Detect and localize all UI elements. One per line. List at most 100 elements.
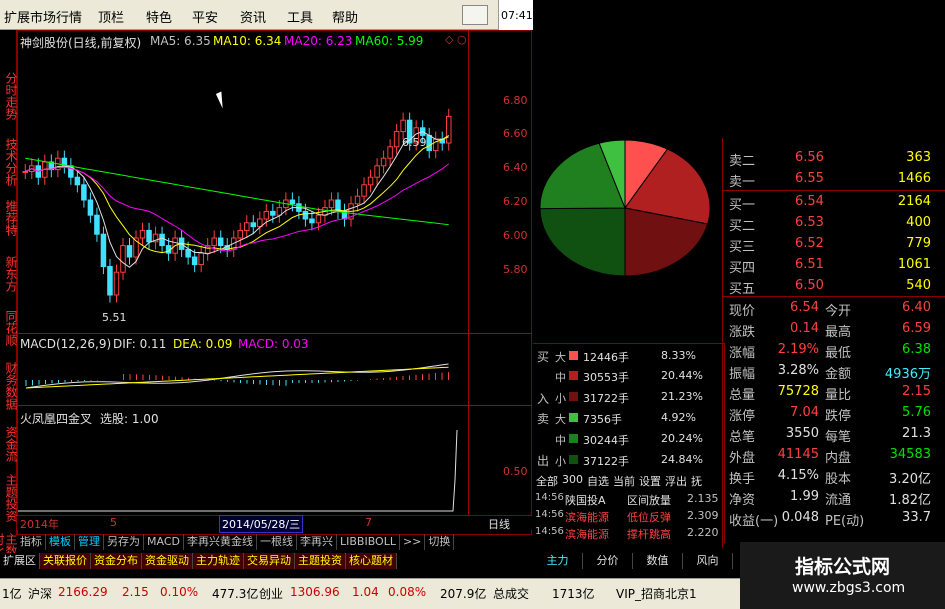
quote-stat-row: 现价 6.54 今开 6.40 — [725, 298, 935, 319]
tab-technical[interactable]: 技术分析 — [0, 134, 18, 190]
tab-indicator[interactable]: 指标 — [17, 534, 46, 550]
toolbar-button[interactable] — [462, 5, 488, 25]
stat-value: 34583 — [889, 447, 931, 462]
price-tick: 6.00 — [503, 229, 528, 242]
filter-pin[interactable]: 抚 — [691, 473, 702, 489]
filter-300[interactable]: 300 — [562, 473, 583, 489]
tab-theme[interactable]: 主题投资 — [0, 470, 18, 526]
tab-core-theme[interactable]: 核心题材 — [346, 553, 397, 569]
tab-libbiboll[interactable]: LIBBIBOLL — [337, 534, 400, 550]
tab-fundflow[interactable]: 资金流 — [0, 422, 18, 466]
low-price-label: 5.51 — [102, 311, 127, 324]
quote-stat-row: 振幅 3.28% 金额 4936万 — [725, 361, 935, 382]
flow-row: 中 30553手 20.44% — [535, 368, 725, 384]
tab-macd[interactable]: MACD — [144, 534, 184, 550]
flow-color-swatch — [569, 434, 578, 443]
tab-trade-anomaly[interactable]: 交易异动 — [244, 553, 295, 569]
macd-chart[interactable] — [18, 350, 468, 405]
tab-more[interactable]: >> — [400, 534, 426, 550]
tab-extended-area[interactable]: 扩展区 — [0, 553, 40, 569]
menu-extended-market[interactable]: 扩展市场行情 — [4, 7, 82, 26]
tab-manage[interactable]: 管理 — [75, 534, 104, 550]
orderbook-volume: 2164 — [897, 194, 931, 209]
stat-value: 5.76 — [902, 405, 931, 420]
stat-label: 最低 — [825, 346, 852, 361]
stat-value: 1.99 — [790, 489, 819, 504]
right-tab-row: 主力 分价 数值 风向 — [533, 553, 740, 571]
candle-body — [185, 248, 191, 258]
flow-size: 大 — [555, 351, 566, 364]
candle-body — [270, 210, 276, 216]
tab-values[interactable]: 数值 — [633, 553, 683, 569]
tab-switch[interactable]: 切换 — [425, 534, 455, 550]
menu-help[interactable]: 帮助 — [332, 7, 358, 26]
candle-body — [374, 165, 380, 178]
orderbook-price: 6.50 — [795, 278, 824, 293]
menu-news[interactable]: 资讯 — [240, 7, 266, 26]
stat-value: 0.048 — [781, 510, 819, 525]
total-turnover-label: 总成交 — [493, 587, 530, 601]
filter-settings[interactable]: 设置 — [639, 473, 661, 489]
menu-topbar[interactable]: 顶栏 — [98, 7, 124, 26]
quote-stat-row: 涨幅 2.19% 最低 6.38 — [725, 340, 935, 361]
orderbook-level: 买五 — [729, 282, 756, 297]
tab-main-force[interactable]: 主力 — [533, 553, 583, 569]
news-row[interactable]: 14:56 滨海能源 低位反弹 2.309 — [535, 508, 725, 524]
news-stock: 陕国投A — [565, 494, 606, 507]
candle-body — [426, 134, 432, 152]
filter-watchlist[interactable]: 自选 — [587, 473, 609, 489]
high-price-label: 6.59 — [402, 136, 427, 149]
tab-related-quotes[interactable]: 关联报价 — [40, 553, 91, 569]
filter-current[interactable]: 当前 — [613, 473, 635, 489]
flow-size: 小 — [555, 455, 566, 468]
macd-dea: DEA: 0.09 — [173, 337, 233, 351]
tab-template[interactable]: 模板 — [46, 534, 75, 550]
stat-value: 6.59 — [902, 321, 931, 336]
news-stock: 滨海能源 — [565, 528, 609, 541]
tab-one-line[interactable]: 一根线 — [257, 534, 297, 550]
news-time: 14:56 — [535, 509, 564, 520]
macd-dif: DIF: 0.11 — [113, 337, 167, 351]
tab-price-dist[interactable]: 分价 — [583, 553, 633, 569]
tab-golden-line[interactable]: 李再兴黄金线 — [184, 534, 257, 550]
stat-label: 最高 — [825, 325, 852, 340]
tab-xindongfang[interactable]: 新东方 — [0, 252, 18, 296]
candle-body — [250, 222, 257, 228]
cy-index-label: 创业 — [259, 587, 284, 601]
tab-fund-distribution[interactable]: 资金分布 — [91, 553, 142, 569]
candle-body — [94, 214, 100, 235]
filter-all[interactable]: 全部 — [536, 473, 558, 489]
tab-save-as[interactable]: 另存为 — [104, 534, 144, 550]
quote-stat-row: 换手 4.15% 股本 3.20亿 — [725, 466, 935, 487]
tab-fund-driven[interactable]: 资金驱动 — [142, 553, 193, 569]
stat-label: 外盘 — [729, 451, 756, 466]
quote-stat-row: 净资 1.99 流通 1.82亿 — [725, 487, 935, 508]
menu-pingan[interactable]: 平安 — [192, 7, 218, 26]
tab-main-track[interactable]: 主力轨迹 — [193, 553, 244, 569]
candlestick-chart[interactable] — [18, 48, 468, 333]
filter-float[interactable]: 浮出 — [665, 473, 687, 489]
menu-features[interactable]: 特色 — [146, 7, 172, 26]
news-row[interactable]: 14:56 滨海能源 撑杆跳高 2.220 — [535, 525, 725, 541]
sh-index-label: 沪深 — [28, 587, 53, 601]
tab-intraday[interactable]: 分时走势 — [0, 68, 18, 124]
period-label[interactable]: 日线 — [488, 516, 510, 532]
sh-index-value: 2166.29 — [58, 585, 108, 599]
tab-lizaixing[interactable]: 李再兴 — [297, 534, 337, 550]
candle-body — [237, 229, 244, 239]
tab-tonghuashun[interactable]: 同花顺 — [0, 306, 18, 350]
stat-label: 金额 — [825, 367, 852, 382]
tab-recommend[interactable]: 推荐特 — [0, 196, 18, 240]
price-tick: 6.40 — [503, 161, 528, 174]
menu-tools[interactable]: 工具 — [287, 7, 313, 26]
tab-financial[interactable]: 财务数据 — [0, 358, 18, 414]
stat-label: 内盘 — [825, 451, 852, 466]
tab-wind-direction[interactable]: 风向 — [683, 553, 733, 569]
chart-settings-icon[interactable]: ◇ ○ — [445, 33, 467, 46]
news-row[interactable]: 14:56 陕国投A 区间放量 2.135 — [535, 491, 725, 507]
tab-theme-invest[interactable]: 主题投资 — [295, 553, 346, 569]
flow-volume: 7356手 — [583, 413, 622, 426]
orderbook-row: 卖二 6.56 363 — [725, 148, 935, 169]
date-month-5: 5 — [110, 516, 117, 529]
watermark-title: 指标公式网 — [795, 556, 891, 578]
